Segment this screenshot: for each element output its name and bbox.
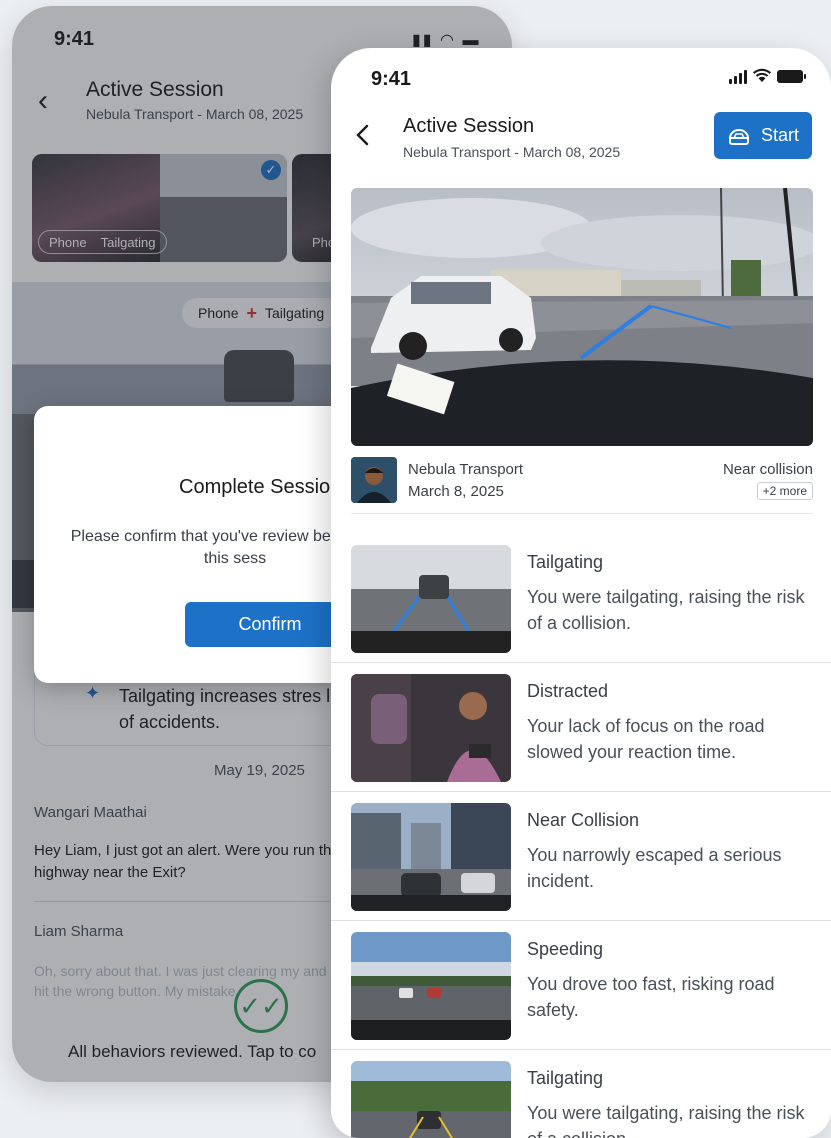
status-time: 9:41 bbox=[371, 68, 412, 90]
battery-icon bbox=[777, 70, 806, 83]
start-label: Start bbox=[760, 125, 799, 145]
dialog-title: Complete Sessio bbox=[179, 476, 331, 498]
behavior-title: Tailgating bbox=[527, 552, 604, 572]
behavior-title: Distracted bbox=[527, 681, 609, 701]
more-events-badge[interactable]: +2 more bbox=[756, 482, 813, 500]
page-title: Active Session bbox=[403, 115, 535, 137]
behavior-thumbnail bbox=[351, 932, 511, 1040]
behavior-description: You were tailgating, raising the risk of… bbox=[527, 587, 805, 633]
behavior-description: Your lack of focus on the road slowed yo… bbox=[527, 716, 765, 762]
behavior-thumbnail bbox=[351, 674, 511, 782]
foreground-phone: 9:41 Active Session Nebula Transport - M… bbox=[331, 48, 831, 1138]
avatar bbox=[351, 457, 397, 503]
session-company: Nebula Transport bbox=[408, 461, 524, 478]
complete-session-dialog: Complete Sessio Please confirm that you'… bbox=[34, 406, 399, 683]
dashcam-video[interactable] bbox=[351, 188, 813, 446]
steering-wheel-icon bbox=[728, 128, 749, 145]
back-chevron-icon[interactable] bbox=[353, 120, 373, 150]
wifi-icon bbox=[752, 68, 772, 84]
session-date: March 8, 2025 bbox=[408, 483, 504, 500]
behavior-description: You narrowly escaped a serious incident. bbox=[527, 845, 782, 891]
behavior-list: Tailgating You were tailgating, raising … bbox=[331, 534, 831, 1138]
divider bbox=[351, 513, 813, 514]
confirm-button[interactable]: Confirm bbox=[185, 602, 355, 647]
behavior-thumbnail bbox=[351, 1061, 511, 1138]
stage: 9:41 ▮▮ ◠ ▬ ‹ Active Session Nebula Tran… bbox=[0, 0, 831, 1138]
event-type: Near collision bbox=[722, 461, 813, 478]
behavior-description: You were tailgating, raising the risk of… bbox=[527, 1103, 805, 1138]
behavior-title: Speeding bbox=[527, 939, 604, 959]
behavior-item[interactable]: Tailgating You were tailgating, raising … bbox=[331, 1050, 831, 1138]
status-icons bbox=[729, 68, 806, 84]
behavior-title: Tailgating bbox=[527, 1068, 604, 1088]
behavior-item[interactable]: Speeding You drove too fast, risking roa… bbox=[331, 921, 831, 1050]
start-button[interactable]: Start bbox=[714, 112, 812, 159]
signal-icon bbox=[729, 70, 747, 84]
behavior-thumbnail bbox=[351, 803, 511, 911]
behavior-description: You drove too fast, risking road safety. bbox=[527, 974, 775, 1020]
behavior-item[interactable]: Near Collision You narrowly escaped a se… bbox=[331, 792, 831, 921]
behavior-item[interactable]: Tailgating You were tailgating, raising … bbox=[331, 534, 831, 663]
behavior-title: Near Collision bbox=[527, 810, 640, 830]
behavior-thumbnail bbox=[351, 545, 511, 653]
behavior-item[interactable]: Distracted Your lack of focus on the roa… bbox=[331, 663, 831, 792]
page-subtitle: Nebula Transport - March 08, 2025 bbox=[403, 144, 621, 160]
